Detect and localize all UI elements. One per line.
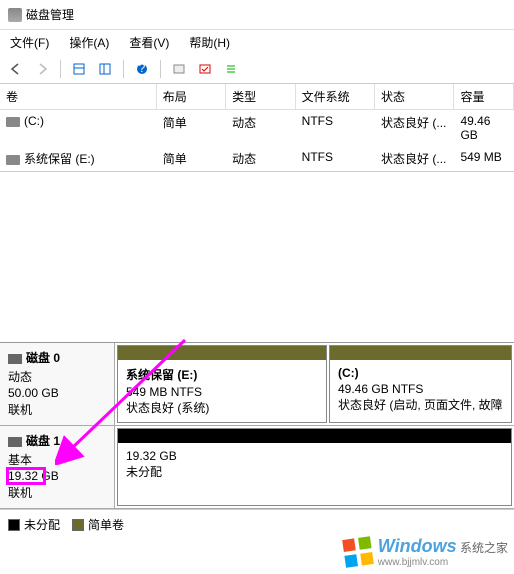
disk-panel: 磁盘 0 动态 50.00 GB 联机 系统保留 (E:) 549 MB NTF… xyxy=(0,342,514,509)
back-button[interactable] xyxy=(6,59,26,79)
vol-name: (C:) xyxy=(24,114,44,128)
swatch-icon xyxy=(8,519,20,531)
app-icon xyxy=(8,8,22,22)
windows-logo-icon xyxy=(342,536,374,568)
legend-unallocated: 未分配 xyxy=(8,516,60,533)
partition-title: (C:) xyxy=(338,366,503,380)
list-button[interactable] xyxy=(221,59,241,79)
vol-name: 系统保留 (E:) xyxy=(24,152,95,166)
vol-layout: 简单 xyxy=(157,112,226,144)
disk-state: 联机 xyxy=(8,484,106,501)
disk-icon xyxy=(8,437,22,447)
partition-area: 19.32 GB 未分配 xyxy=(115,426,514,508)
disk-name: 磁盘 0 xyxy=(26,351,60,365)
vol-capacity: 49.46 GB xyxy=(454,112,514,144)
col-volume[interactable]: 卷 xyxy=(0,84,157,109)
partition-size: 49.46 GB NTFS xyxy=(338,382,503,396)
partition-header xyxy=(118,346,326,360)
watermark: Windows 系统之家 www.bjjmlv.com xyxy=(344,536,508,568)
watermark-url: www.bjjmlv.com xyxy=(378,557,508,568)
forward-button[interactable] xyxy=(32,59,52,79)
watermark-sub: 系统之家 xyxy=(460,541,508,555)
partition-area: 系统保留 (E:) 549 MB NTFS 状态良好 (系统) (C:) 49.… xyxy=(115,343,514,425)
table-row[interactable]: (C:) 简单 动态 NTFS 状态良好 (... 49.46 GB xyxy=(0,110,514,146)
legend-label: 未分配 xyxy=(24,516,60,533)
separator xyxy=(123,60,124,78)
volume-icon xyxy=(6,155,20,165)
col-status[interactable]: 状态 xyxy=(375,84,454,109)
disk-row: 磁盘 0 动态 50.00 GB 联机 系统保留 (E:) 549 MB NTF… xyxy=(0,343,514,426)
empty-space xyxy=(0,172,514,342)
menu-view[interactable]: 查看(V) xyxy=(125,32,173,53)
separator xyxy=(60,60,61,78)
legend-label: 简单卷 xyxy=(88,516,124,533)
disk-name: 磁盘 1 xyxy=(26,434,60,448)
list-header[interactable]: 卷 布局 类型 文件系统 状态 容量 xyxy=(0,84,514,110)
settings-button[interactable] xyxy=(169,59,189,79)
partition[interactable]: (C:) 49.46 GB NTFS 状态良好 (启动, 页面文件, 故障 xyxy=(329,345,512,423)
help-button[interactable]: ? xyxy=(132,59,152,79)
partition-status: 未分配 xyxy=(126,463,503,480)
vol-layout: 简单 xyxy=(157,148,226,169)
volume-list: 卷 布局 类型 文件系统 状态 容量 (C:) 简单 动态 NTFS 状态良好 … xyxy=(0,84,514,172)
vol-status: 状态良好 (... xyxy=(375,148,454,169)
disk-state: 联机 xyxy=(8,401,106,418)
partition[interactable]: 系统保留 (E:) 549 MB NTFS 状态良好 (系统) xyxy=(117,345,327,423)
disk-info[interactable]: 磁盘 1 基本 19.32 GB 联机 xyxy=(0,426,115,508)
toolbar: ? xyxy=(0,55,514,84)
partition-status: 状态良好 (启动, 页面文件, 故障 xyxy=(338,396,503,413)
legend: 未分配 简单卷 xyxy=(0,509,514,539)
vol-capacity: 549 MB xyxy=(454,148,514,169)
view-button[interactable] xyxy=(69,59,89,79)
partition-header xyxy=(330,346,511,360)
volume-icon xyxy=(6,117,20,127)
partition-size: 19.32 GB xyxy=(126,449,503,463)
menu-help[interactable]: 帮助(H) xyxy=(185,32,234,53)
disk-type: 基本 xyxy=(8,451,106,468)
vol-type: 动态 xyxy=(226,148,295,169)
col-layout[interactable]: 布局 xyxy=(157,84,226,109)
partition-header xyxy=(118,429,511,443)
watermark-brand: Windows xyxy=(378,536,457,556)
svg-text:?: ? xyxy=(139,62,146,75)
window-title: 磁盘管理 xyxy=(26,6,74,23)
properties-button[interactable] xyxy=(195,59,215,79)
menubar: 文件(F) 操作(A) 查看(V) 帮助(H) xyxy=(0,30,514,55)
table-row[interactable]: 系统保留 (E:) 简单 动态 NTFS 状态良好 (... 549 MB xyxy=(0,146,514,171)
menu-action[interactable]: 操作(A) xyxy=(65,32,113,53)
disk-size: 50.00 GB xyxy=(8,386,106,400)
vol-status: 状态良好 (... xyxy=(375,112,454,144)
partition-status: 状态良好 (系统) xyxy=(126,399,318,416)
vol-type: 动态 xyxy=(226,112,295,144)
col-type[interactable]: 类型 xyxy=(226,84,295,109)
disk-size: 19.32 GB xyxy=(8,469,106,483)
menu-file[interactable]: 文件(F) xyxy=(6,32,53,53)
partition[interactable]: 19.32 GB 未分配 xyxy=(117,428,512,506)
legend-simple: 简单卷 xyxy=(72,516,124,533)
col-capacity[interactable]: 容量 xyxy=(454,84,514,109)
disk-info[interactable]: 磁盘 0 动态 50.00 GB 联机 xyxy=(0,343,115,425)
vol-fs: NTFS xyxy=(296,148,375,169)
refresh-button[interactable] xyxy=(95,59,115,79)
separator xyxy=(160,60,161,78)
partition-size: 549 MB NTFS xyxy=(126,385,318,399)
swatch-icon xyxy=(72,519,84,531)
disk-row: 磁盘 1 基本 19.32 GB 联机 19.32 GB 未分配 xyxy=(0,426,514,509)
titlebar: 磁盘管理 xyxy=(0,0,514,30)
vol-fs: NTFS xyxy=(296,112,375,144)
disk-type: 动态 xyxy=(8,368,106,385)
partition-title: 系统保留 (E:) xyxy=(126,366,318,383)
col-fs[interactable]: 文件系统 xyxy=(296,84,375,109)
disk-icon xyxy=(8,354,22,364)
